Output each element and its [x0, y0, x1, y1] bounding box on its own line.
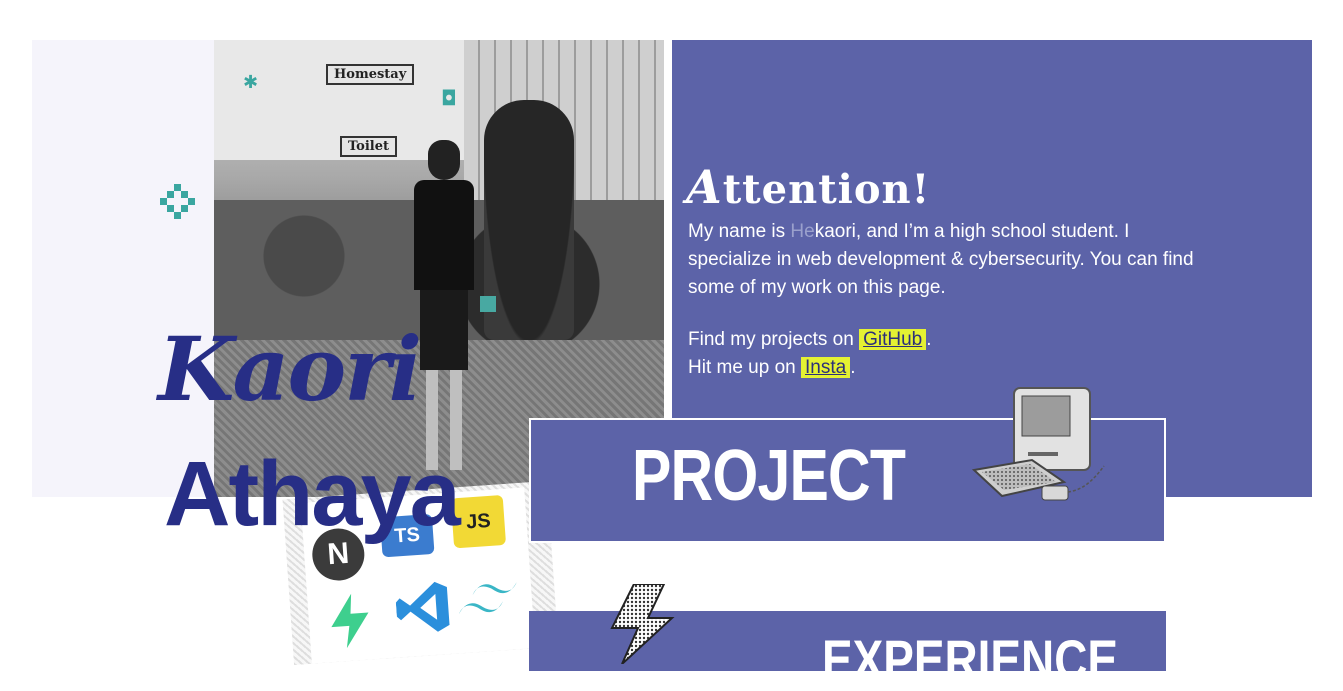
- github-line: Find my projects on GitHub.: [688, 326, 932, 354]
- github-link[interactable]: GitHub: [859, 329, 927, 350]
- attention-heading-initial: A: [686, 160, 723, 214]
- tailwind-icon: [457, 578, 520, 622]
- macintosh-computer-icon: [971, 386, 1108, 506]
- javascript-icon: JS: [450, 494, 507, 549]
- intro-paragraph: My name is Hekaori, and I’m a high schoo…: [688, 218, 1208, 302]
- name-last: Athaya: [164, 443, 461, 545]
- photo-sign-homestay: Homestay: [326, 64, 415, 85]
- project-heading: PROJECT: [632, 436, 906, 516]
- insta-line: Hit me up on Insta.: [688, 354, 932, 382]
- intro-faded-text: He: [790, 221, 815, 242]
- teal-square-icon: [480, 296, 496, 312]
- lightning-bolt-icon: [594, 583, 680, 665]
- supabase-icon: [323, 592, 377, 649]
- photo-topiary-statue: [484, 100, 574, 340]
- attention-heading: Attention!: [686, 160, 930, 214]
- intro-lead: My name is: [688, 221, 791, 242]
- attention-heading-rest: ttention!: [722, 166, 931, 213]
- vscode-icon: [394, 579, 452, 637]
- pixel-diamond-icon: [160, 184, 196, 220]
- insta-prefix: Hit me up on: [688, 357, 801, 378]
- github-prefix: Find my projects on: [688, 329, 860, 350]
- social-links: Find my projects on GitHub. Hit me up on…: [688, 326, 932, 382]
- photo-person: [414, 140, 474, 480]
- person-shorts: [420, 290, 468, 370]
- photo-sign-toilet: Toilet: [340, 136, 398, 157]
- sparkle-icon: ✱: [243, 72, 259, 93]
- name-first: Kaori: [158, 317, 422, 421]
- insta-link[interactable]: Insta: [801, 357, 851, 378]
- person-head: [428, 140, 460, 180]
- ring-icon: ◘: [441, 86, 457, 110]
- person-shirt: [414, 180, 474, 290]
- insta-suffix: .: [850, 357, 856, 378]
- experience-heading: EXPERIENCE: [822, 628, 1119, 691]
- github-suffix: .: [926, 329, 932, 350]
